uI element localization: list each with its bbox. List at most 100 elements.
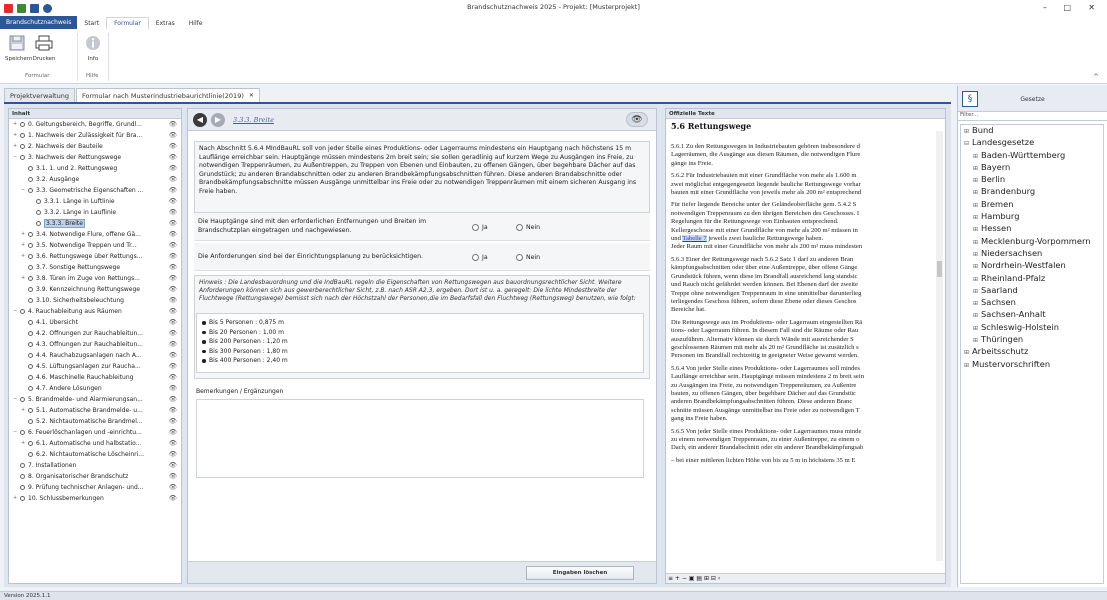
clear-inputs-button[interactable]: Eingaben löschen: [526, 566, 634, 580]
expand-toggle-icon[interactable]: +: [21, 231, 25, 237]
expand-toggle-icon[interactable]: ⊞: [964, 127, 972, 137]
q2-yes-radio[interactable]: Ja: [472, 254, 488, 261]
tree-item[interactable]: 3.1. 1. und 2. Rettungsweg 👁: [9, 163, 181, 174]
expand-toggle-icon[interactable]: +: [21, 242, 25, 248]
eye-icon[interactable]: 👁: [169, 285, 177, 293]
tree-item[interactable]: +3.8. Türen im Zuge von Rettungs... 👁: [9, 273, 181, 284]
law-scrollbar[interactable]: [936, 131, 943, 561]
law-tree-item[interactable]: ⊞ Baden-Württemberg: [961, 150, 1103, 162]
eye-icon[interactable]: 👁: [169, 395, 177, 403]
tree-item[interactable]: +5.1. Automatische Brandmelde- u... 👁: [9, 405, 181, 416]
expand-toggle-icon[interactable]: ⊞: [973, 311, 981, 321]
filter-input[interactable]: Filter...: [958, 112, 1107, 121]
law-tree-item[interactable]: ⊞ Mustervorschriften: [961, 359, 1103, 371]
expand-toggle-icon[interactable]: −: [13, 154, 17, 160]
close-tab-icon[interactable]: ✕: [249, 92, 254, 99]
print-button[interactable]: Drucken: [32, 32, 56, 62]
eye-icon[interactable]: 👁: [169, 340, 177, 348]
scroll-thumb[interactable]: [937, 261, 942, 277]
law-tree-item[interactable]: ⊞ Niedersachsen: [961, 248, 1103, 260]
expand-toggle-icon[interactable]: +: [13, 495, 17, 501]
eye-icon[interactable]: 👁: [169, 263, 177, 271]
expand-toggle-icon[interactable]: ⊞: [973, 188, 981, 198]
law-tree-item[interactable]: ⊞ Hessen: [961, 223, 1103, 235]
tree-item[interactable]: 3.10. Sicherheitsbeleuchtung 👁: [9, 295, 181, 306]
law-tree-item[interactable]: ⊞ Arbeitsschutz: [961, 346, 1103, 358]
tab-hilfe[interactable]: Hilfe: [182, 17, 210, 29]
eye-icon[interactable]: 👁: [169, 252, 177, 260]
law-toolbar[interactable]: ≡ + − ▣ ▤ ⊞ ⊟ ‹: [666, 573, 945, 583]
eye-icon[interactable]: 👁: [169, 384, 177, 392]
eye-icon[interactable]: 👁: [169, 417, 177, 425]
tree-item[interactable]: 5.2. Nichtautomatische Brandmel... 👁: [9, 416, 181, 427]
expand-toggle-icon[interactable]: ⊞: [973, 201, 981, 211]
tab-formular[interactable]: Formular: [106, 17, 149, 29]
expand-toggle-icon[interactable]: ⊞: [973, 213, 981, 223]
eye-icon[interactable]: 👁: [169, 142, 177, 150]
eye-icon[interactable]: 👁: [169, 186, 177, 194]
eye-icon[interactable]: 👁: [169, 120, 177, 128]
expand-toggle-icon[interactable]: −: [13, 308, 17, 314]
tree-item[interactable]: 7. Installationen 👁: [9, 460, 181, 471]
tree-item[interactable]: 3.3.1. Länge in Luftlinie 👁: [9, 196, 181, 207]
app-tab[interactable]: Brandschutznachweis: [0, 16, 78, 29]
expand-toggle-icon[interactable]: −: [13, 429, 17, 435]
visibility-toggle-button[interactable]: 👁: [626, 112, 648, 127]
expand-toggle-icon[interactable]: −: [21, 187, 25, 193]
expand-toggle-icon[interactable]: ⊞: [973, 275, 981, 285]
tab-formular-mindbaurl[interactable]: Formular nach Musterindustriebaurichtlin…: [75, 88, 260, 102]
tree-item[interactable]: +6.1. Automatische und halbstatio... 👁: [9, 438, 181, 449]
tree-item[interactable]: 3.3.3. Breite 👁: [9, 218, 181, 229]
eye-icon[interactable]: 👁: [169, 164, 177, 172]
eye-icon[interactable]: 👁: [169, 230, 177, 238]
expand-toggle-icon[interactable]: +: [21, 275, 25, 281]
tree-item[interactable]: 4.6. Maschinelle Rauchableitung 👁: [9, 372, 181, 383]
tree-item[interactable]: 3.2. Ausgänge 👁: [9, 174, 181, 185]
eye-icon[interactable]: 👁: [169, 373, 177, 381]
law-tree-item[interactable]: ⊞ Rheinland-Pfalz: [961, 273, 1103, 285]
tab-extras[interactable]: Extras: [149, 17, 182, 29]
expand-toggle-icon[interactable]: ⊞: [973, 299, 981, 309]
expand-toggle-icon[interactable]: ⊞: [973, 250, 981, 260]
tree-item[interactable]: 9. Prüfung technischer Anlagen- und... 👁: [9, 482, 181, 493]
expand-toggle-icon[interactable]: ⊞: [973, 176, 981, 186]
eye-icon[interactable]: 👁: [169, 241, 177, 249]
eye-icon[interactable]: 👁: [169, 208, 177, 216]
eye-icon[interactable]: 👁: [169, 329, 177, 337]
eye-icon[interactable]: 👁: [169, 175, 177, 183]
expand-toggle-icon[interactable]: ⊞: [973, 287, 981, 297]
expand-toggle-icon[interactable]: +: [21, 440, 25, 446]
law-tree-item[interactable]: ⊞ Bayern: [961, 162, 1103, 174]
maximize-button[interactable]: □: [1063, 3, 1071, 12]
expand-toggle-icon[interactable]: +: [21, 253, 25, 259]
law-tree-item[interactable]: ⊞ Berlin: [961, 174, 1103, 186]
expand-toggle-icon[interactable]: ⊞: [973, 336, 981, 346]
expand-toggle-icon[interactable]: ⊞: [973, 238, 981, 248]
eye-icon[interactable]: 👁: [169, 472, 177, 480]
expand-toggle-icon[interactable]: +: [13, 121, 17, 127]
tree-item[interactable]: +3.4. Notwendige Flure, offene Gä... 👁: [9, 229, 181, 240]
expand-toggle-icon[interactable]: +: [21, 407, 25, 413]
tree-item[interactable]: 3.3.2. Länge in Lauflinie 👁: [9, 207, 181, 218]
eye-icon[interactable]: 👁: [169, 274, 177, 282]
law-tree-item[interactable]: ⊟ Landesgesetze: [961, 137, 1103, 149]
expand-toggle-icon[interactable]: −: [13, 396, 17, 402]
close-button[interactable]: ✕: [1088, 3, 1095, 12]
expand-toggle-icon[interactable]: ⊞: [973, 324, 981, 334]
eye-icon[interactable]: 👁: [169, 153, 177, 161]
collapse-ribbon-icon[interactable]: ^: [1093, 73, 1099, 81]
eye-icon[interactable]: 👁: [169, 362, 177, 370]
tree-item[interactable]: +10. Schlussbemerkungen 👁: [9, 493, 181, 504]
eye-icon[interactable]: 👁: [169, 219, 177, 227]
tree-item[interactable]: 4.4. Rauchabzugsanlagen nach A... 👁: [9, 350, 181, 361]
eye-icon[interactable]: 👁: [169, 307, 177, 315]
tree-item[interactable]: − 4. Rauchableitung aus Räumen 👁: [9, 306, 181, 317]
eye-icon[interactable]: 👁: [169, 197, 177, 205]
expand-toggle-icon[interactable]: ⊞: [973, 152, 981, 162]
save-button[interactable]: Speichern: [5, 32, 32, 62]
tab-projektverwaltung[interactable]: Projektverwaltung: [4, 88, 75, 102]
eye-icon[interactable]: 👁: [169, 296, 177, 304]
section-title[interactable]: 3.3.3. Breite: [233, 116, 274, 124]
tree-item[interactable]: − 3. Nachweis der Rettungswege 👁: [9, 152, 181, 163]
tree-item[interactable]: 4.1. Übersicht 👁: [9, 317, 181, 328]
